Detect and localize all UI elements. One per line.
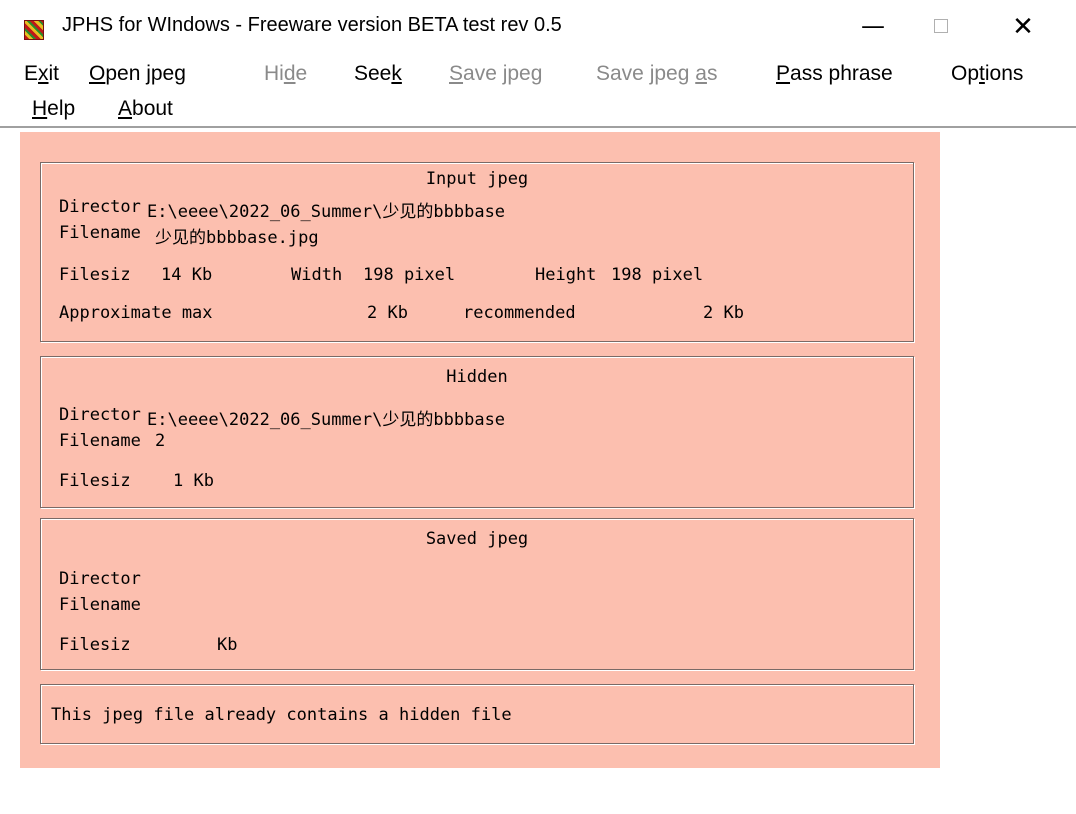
minimize-icon: — (861, 12, 885, 40)
status-group: This jpeg file already contains a hidden… (40, 684, 914, 744)
input-size-value: 14 Kb (161, 265, 213, 285)
input-approx-value: 2 Kb (367, 303, 408, 323)
close-icon: ✕ (1012, 10, 1034, 41)
menu-divider (0, 126, 1076, 128)
menu-open-mnemonic: O (89, 62, 106, 85)
input-dir-value: E:\eeee\2022_06_Summer\少见的bbbbase (147, 202, 506, 222)
saved-heading: Saved jpeg (425, 529, 529, 549)
window-title: JPHS for WIndows - Freeware version BETA… (62, 14, 562, 36)
menu-save-jpeg-as[interactable]: Save jpeg as (596, 62, 717, 86)
hidden-file-label: Filename (59, 431, 141, 451)
menu-exit[interactable]: Exit (24, 62, 59, 86)
jphs-app-icon (24, 20, 44, 40)
menu-saveas-mnemonic: a (695, 62, 707, 85)
close-button[interactable]: ✕ (1000, 8, 1046, 44)
menu-saveas-label-a: Save jpeg (596, 62, 696, 85)
menu-exit-label-a: E (24, 62, 39, 85)
menu-options[interactable]: Options (951, 62, 1023, 86)
saved-file-label: Filename (59, 595, 141, 615)
menu-hide-label-a: Hi (264, 62, 284, 85)
menu-hide-mnemonic: d (283, 62, 296, 85)
saved-size-label: Filesiz (59, 635, 131, 655)
maximize-button[interactable] (918, 8, 964, 44)
main-panel: Input jpeg Director E:\eeee\2022_06_Summ… (20, 132, 940, 768)
menu-hide[interactable]: Hide (264, 62, 307, 86)
hidden-dir-value: E:\eeee\2022_06_Summer\少见的bbbbase (147, 410, 506, 430)
saved-size-value: Kb (217, 635, 238, 655)
menu-about-label-b: bout (132, 97, 173, 120)
input-size-label: Filesiz (59, 265, 131, 285)
menu-about-mnemonic: A (118, 97, 133, 120)
menu-open-jpeg[interactable]: Open jpeg (89, 62, 186, 86)
menu-bar: Exit Open jpeg Hide Seek Save jpeg Save … (0, 52, 1076, 126)
input-dir-label: Director (59, 197, 141, 217)
menu-save-label-b: ave jpeg (463, 62, 543, 85)
input-recommended-value: 2 Kb (703, 303, 744, 323)
menu-help[interactable]: Help (32, 97, 75, 121)
menu-save-mnemonic: S (449, 62, 464, 85)
input-jpeg-group: Input jpeg Director E:\eeee\2022_06_Summ… (40, 162, 914, 342)
input-width-label: Width (291, 265, 343, 285)
menu-saveas-label-b: s (706, 62, 718, 85)
input-file-value: 少见的bbbbase.jpg (155, 228, 319, 248)
menu-save-jpeg[interactable]: Save jpeg (449, 62, 542, 86)
hidden-size-label: Filesiz (59, 471, 131, 491)
hidden-group: Hidden Director E:\eeee\2022_06_Summer\少… (40, 356, 914, 508)
menu-pass-mnemonic: P (776, 62, 791, 85)
hidden-file-value: 2 (155, 431, 166, 451)
menu-exit-mnemonic: x (38, 62, 49, 85)
hidden-dir-label: Director (59, 405, 141, 425)
menu-seek-mnemonic: k (391, 62, 402, 85)
maximize-icon (934, 19, 948, 33)
input-jpeg-heading: Input jpeg (425, 169, 529, 189)
hidden-size-value: 1 Kb (173, 471, 214, 491)
menu-help-mnemonic: H (32, 97, 48, 120)
status-message: This jpeg file already contains a hidden… (51, 705, 512, 725)
menu-pass-phrase[interactable]: Pass phrase (776, 62, 893, 86)
menu-seek-label-a: See (354, 62, 392, 85)
menu-pass-label-b: ass phrase (790, 62, 893, 85)
input-height-value: 198 pixel (611, 265, 704, 285)
menu-options-label-a: Op (951, 62, 980, 85)
menu-options-label-b: ions (984, 62, 1024, 85)
input-recommended-label: recommended (463, 303, 576, 323)
input-height-label: Height (535, 265, 597, 285)
menu-help-label-b: elp (47, 97, 76, 120)
saved-dir-label: Director (59, 569, 141, 589)
input-width-value: 198 pixel (363, 265, 456, 285)
menu-seek[interactable]: Seek (354, 62, 402, 86)
input-approx-label: Approximate max (59, 303, 213, 323)
menu-open-label-b: pen jpeg (105, 62, 186, 85)
input-file-label: Filename (59, 223, 141, 243)
menu-about[interactable]: About (118, 97, 173, 121)
title-bar[interactable]: JPHS for WIndows - Freeware version BETA… (0, 0, 1076, 46)
saved-jpeg-group: Saved jpeg Director Filename Filesiz Kb (40, 518, 914, 670)
minimize-button[interactable]: — (850, 8, 896, 44)
hidden-heading: Hidden (446, 367, 508, 387)
menu-hide-label-b: e (295, 62, 308, 85)
menu-exit-label-b: it (48, 62, 60, 85)
